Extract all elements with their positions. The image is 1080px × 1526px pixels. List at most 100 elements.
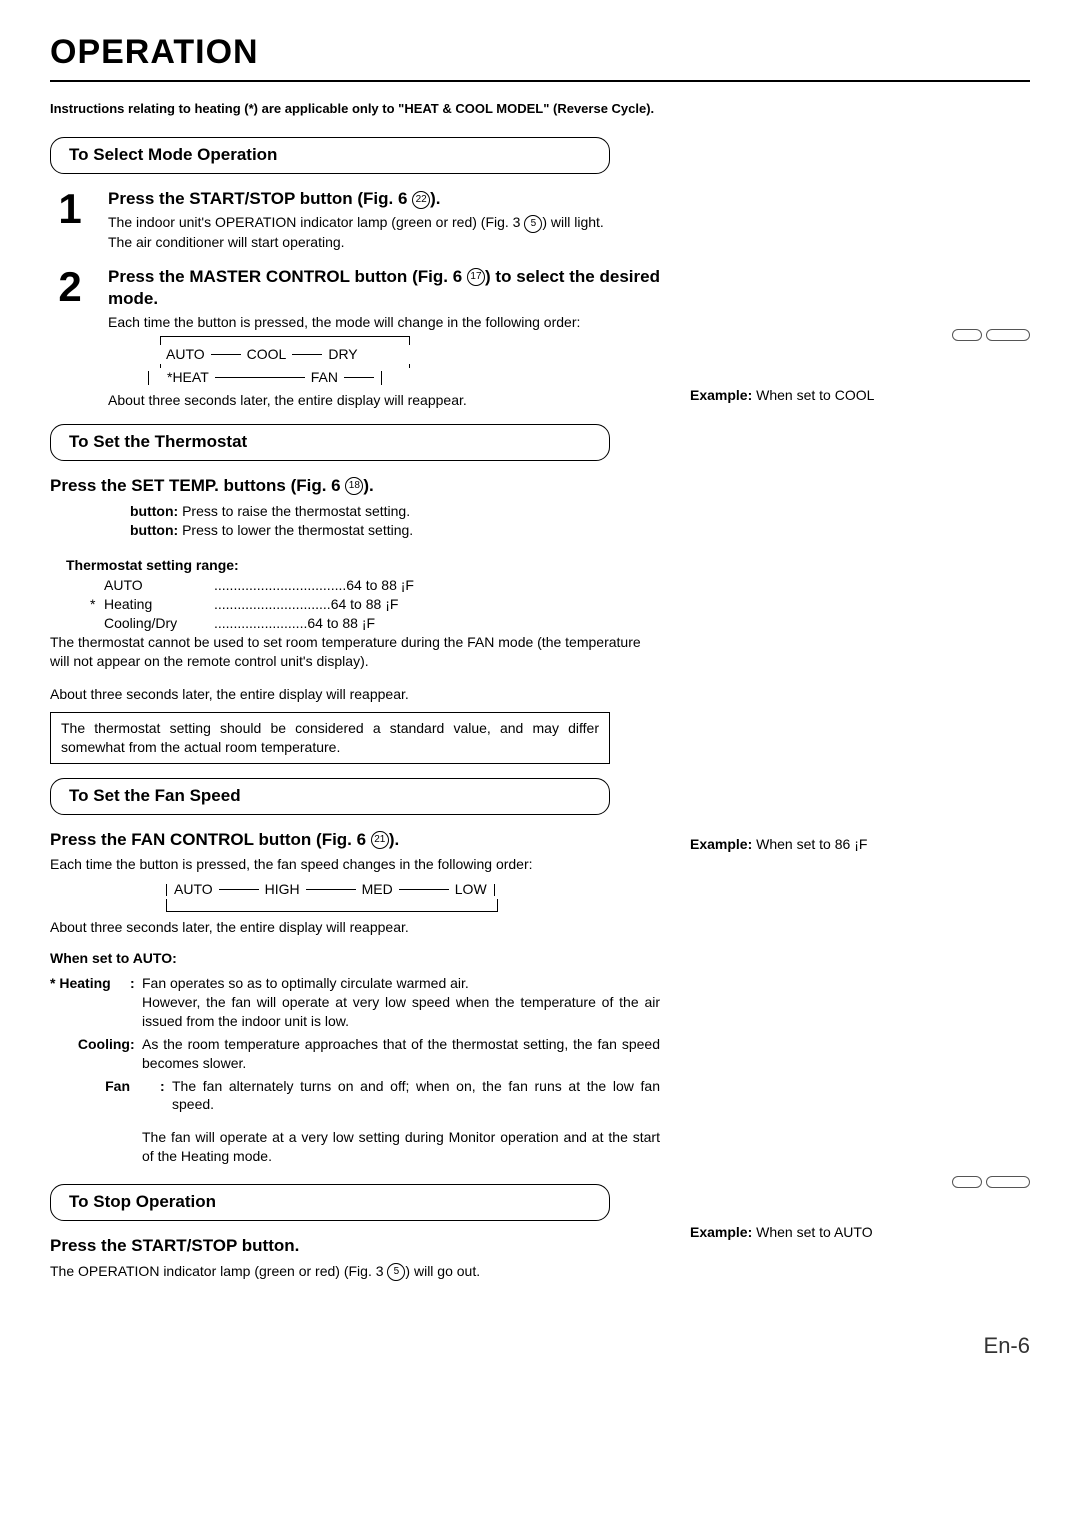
text: ). (430, 189, 440, 208)
thermostat-note: About three seconds later, the entire di… (50, 685, 660, 704)
text: Press the START/STOP button (Fig. 6 (108, 189, 412, 208)
star (90, 614, 104, 633)
fan-cycle-diagram: AUTO HIGH MED LOW (150, 880, 660, 912)
range-row: Cooling/Dry ........................ 64 … (90, 614, 660, 633)
dots: .............................. (214, 595, 331, 614)
step-2-heading: Press the MASTER CONTROL button (Fig. 6 … (108, 266, 660, 312)
speed-label: LOW (455, 880, 487, 899)
range-row: * Heating ..............................… (90, 595, 660, 614)
section-header-select-mode: To Select Mode Operation (50, 137, 610, 174)
ref-circle-icon: 22 (412, 191, 430, 209)
page-title: OPERATION (50, 30, 1030, 82)
dots: ........................ (214, 614, 307, 633)
label: Cooling (78, 1036, 130, 1052)
fan-line: About three seconds later, the entire di… (50, 918, 660, 937)
range-row: AUTO .................................. … (90, 576, 660, 595)
step-1-line: The indoor unit's OPERATION indicator la… (108, 213, 660, 232)
remote-display-icon (986, 1176, 1030, 1188)
text: ). (363, 476, 373, 495)
main-column: To Select Mode Operation 1 Press the STA… (50, 127, 660, 1281)
step-number: 1 (50, 188, 90, 251)
ref-circle-icon: 5 (524, 215, 542, 233)
example-label: Example: (690, 836, 752, 852)
example-column: Example: When set to COOL Example: When … (690, 127, 1030, 1281)
range-value: 64 to 88 ¡F (331, 595, 399, 614)
step-2-line: Each time the button is pressed, the mod… (108, 313, 660, 332)
range-title: Thermostat setting range: (66, 556, 660, 575)
thermostat-info-box: The thermostat setting should be conside… (50, 712, 610, 764)
star: * (90, 595, 104, 614)
mode-label: DRY (328, 345, 357, 364)
example-label: Example: (690, 1224, 752, 1240)
text: Press the SET TEMP. buttons (Fig. 6 (50, 476, 345, 495)
text: Press the FAN CONTROL button (Fig. 6 (50, 830, 371, 849)
mode-label: COOL (247, 345, 287, 364)
step-1-heading: Press the START/STOP button (Fig. 6 22). (108, 188, 660, 211)
auto-row-cooling: Cooling : As the room temperature approa… (50, 1035, 660, 1073)
auto-title: When set to AUTO: (50, 949, 660, 968)
button-desc-down: button: Press to lower the thermostat se… (130, 521, 660, 540)
range-label: Heating (104, 595, 214, 614)
ref-circle-icon: 18 (345, 477, 363, 495)
remote-display-icon (952, 1176, 982, 1188)
mode-cycle-diagram: AUTO COOL DRY *HEAT FAN (148, 336, 660, 387)
text: Press to raise the thermostat setting. (182, 503, 410, 519)
text: Press the MASTER CONTROL button (Fig. 6 (108, 267, 467, 286)
text: The indoor unit's OPERATION indicator la… (108, 214, 524, 230)
label: Fan (105, 1078, 130, 1094)
thermostat-note: The thermostat cannot be used to set roo… (50, 633, 660, 671)
text: ). (389, 830, 399, 849)
label: Heating (59, 975, 110, 991)
text: The OPERATION indicator lamp (green or r… (50, 1263, 387, 1279)
ref-circle-icon: 21 (371, 831, 389, 849)
stop-heading: Press the START/STOP button. (50, 1235, 660, 1258)
auto-row-tail: The fan will operate at a very low setti… (50, 1118, 660, 1166)
range-label: AUTO (104, 576, 214, 595)
auto-row-heating: * Heating : Fan operates so as to optima… (50, 974, 660, 1031)
fan-line: Each time the button is pressed, the fan… (50, 855, 660, 874)
text: As the room temperature approaches that … (142, 1035, 660, 1073)
ref-circle-icon: 5 (387, 1263, 405, 1281)
page-number: En-6 (50, 1331, 1030, 1361)
example-label: Example: (690, 387, 752, 403)
stop-line: The OPERATION indicator lamp (green or r… (50, 1262, 660, 1281)
range-label: Cooling/Dry (104, 614, 214, 633)
mode-label: AUTO (166, 345, 205, 364)
example-text: When set to AUTO (752, 1224, 872, 1240)
example-block-auto: Example: When set to AUTO (690, 1174, 1030, 1242)
section-header-stop: To Stop Operation (50, 1184, 610, 1221)
speed-label: MED (362, 880, 393, 899)
remote-display-icon (952, 329, 982, 341)
dots: .................................. (214, 576, 346, 595)
star (90, 576, 104, 595)
auto-row-fan: Fan : The fan alternately turns on and o… (50, 1077, 660, 1115)
step-2: 2 Press the MASTER CONTROL button (Fig. … (50, 266, 660, 410)
auto-table: * Heating : Fan operates so as to optima… (50, 974, 660, 1166)
speed-label: AUTO (174, 880, 213, 899)
range-value: 64 to 88 ¡F (346, 576, 414, 595)
section-header-thermostat: To Set the Thermostat (50, 424, 610, 461)
star: * (50, 975, 59, 991)
text: Fan operates so as to optimally circulat… (142, 974, 660, 1031)
text: ) will light. (542, 214, 603, 230)
example-text: When set to 86 ¡F (752, 836, 867, 852)
example-text: When set to COOL (752, 387, 874, 403)
section-header-fan: To Set the Fan Speed (50, 778, 610, 815)
mode-label: FAN (311, 368, 338, 387)
step-2-line: About three seconds later, the entire di… (108, 391, 660, 410)
step-1: 1 Press the START/STOP button (Fig. 6 22… (50, 188, 660, 251)
step-number: 2 (50, 266, 90, 410)
speed-label: HIGH (265, 880, 300, 899)
text: The fan alternately turns on and off; wh… (172, 1077, 660, 1115)
example-block-cool: Example: When set to COOL (690, 327, 1030, 405)
mode-label: *HEAT (167, 368, 209, 387)
thermostat-heading: Press the SET TEMP. buttons (Fig. 6 18). (50, 475, 660, 498)
example-block-86f: Example: When set to 86 ¡F (690, 835, 1030, 854)
top-note: Instructions relating to heating (*) are… (50, 100, 1030, 118)
range-value: 64 to 88 ¡F (307, 614, 375, 633)
remote-display-icon (986, 329, 1030, 341)
step-1-line: The air conditioner will start operating… (108, 233, 660, 252)
range-list: AUTO .................................. … (90, 576, 660, 633)
button-desc-up: button: Press to raise the thermostat se… (130, 502, 660, 521)
ref-circle-icon: 17 (467, 268, 485, 286)
